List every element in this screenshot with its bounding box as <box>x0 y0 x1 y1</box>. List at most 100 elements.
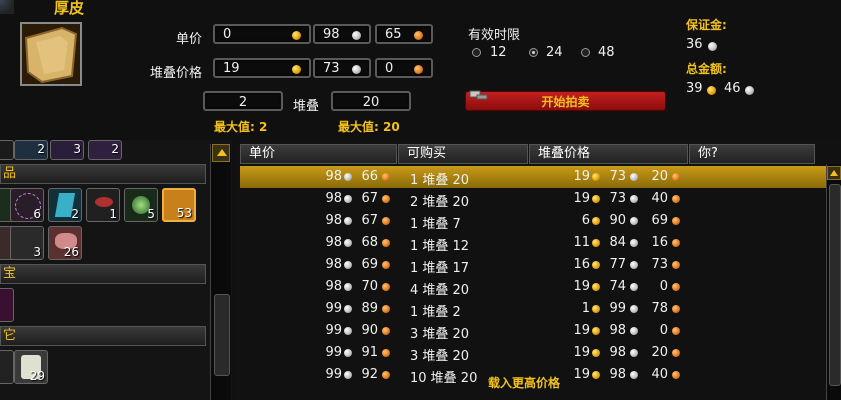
table-row[interactable]: 99 89 1 堆叠 2 1 99 78 <box>240 298 826 320</box>
inventory-slot[interactable] <box>0 288 14 322</box>
item-icon-slot[interactable] <box>20 22 82 86</box>
table-row[interactable]: 99 91 3 堆叠 20 19 98 20 <box>240 342 826 364</box>
table-row[interactable]: 98 68 1 堆叠 12 11 84 16 <box>240 232 826 254</box>
available-cell: 1 堆叠 20 <box>410 173 470 188</box>
inventory-slot[interactable]: 2 <box>48 188 82 222</box>
slot-count: 1 <box>109 207 117 221</box>
silver-coin-icon <box>630 173 638 181</box>
available-cell: 1 堆叠 2 <box>410 305 461 320</box>
price-cell: 66 <box>361 169 378 184</box>
inventory-slot[interactable] <box>0 140 14 160</box>
stack-price-gold-value: 19 <box>223 61 240 76</box>
price-cell: 19 <box>573 345 590 360</box>
duration-48-radio[interactable] <box>581 48 590 57</box>
stack-price-copper-input[interactable]: 0 <box>375 58 433 78</box>
price-cell: 98 <box>325 279 342 294</box>
column-header-available[interactable]: 可购买 <box>398 144 528 164</box>
price-cell: 99 <box>325 345 342 360</box>
category-header[interactable]: 品 <box>0 164 206 184</box>
load-higher-prices-button[interactable]: 载入更高价格 <box>488 372 578 392</box>
inventory-slot[interactable]: 1 <box>86 188 120 222</box>
inventory-slot[interactable]: 5 <box>124 188 158 222</box>
category-label: 它 <box>3 328 17 343</box>
scroll-thumb[interactable] <box>214 294 230 376</box>
price-cell: 89 <box>361 301 378 316</box>
silver-coin-icon <box>352 65 361 74</box>
stack-size-input[interactable]: 20 <box>331 91 411 111</box>
available-cell: 1 堆叠 7 <box>410 217 461 232</box>
table-row[interactable]: 98 67 2 堆叠 20 19 73 40 <box>240 188 826 210</box>
inventory-slot[interactable]: 26 <box>48 226 82 260</box>
duration-12-radio[interactable] <box>472 48 481 57</box>
scroll-thumb[interactable] <box>829 184 841 386</box>
gold-coin-icon <box>592 283 600 291</box>
unit-price-silver-input[interactable]: 98 <box>313 24 371 44</box>
inventory-slot[interactable]: 3 <box>50 140 84 160</box>
category-label: 品 <box>3 166 17 181</box>
silver-coin-icon <box>344 173 352 181</box>
copper-coin-icon <box>382 173 390 181</box>
total-silver-value: 46 <box>724 81 741 96</box>
start-auction-button[interactable]: 开始拍卖 <box>465 90 666 111</box>
price-cell: 99 <box>325 367 342 382</box>
silver-coin-icon <box>630 349 638 357</box>
copper-coin-icon <box>414 65 423 74</box>
column-header-unit-price[interactable]: 单价 <box>240 144 397 164</box>
leather-hide-icon <box>24 26 78 84</box>
slot-count: 5 <box>147 207 155 221</box>
results-scrollbar[interactable] <box>826 164 841 400</box>
available-cell: 3 堆叠 20 <box>410 327 470 342</box>
price-cell: 99 <box>325 323 342 338</box>
unit-price-gold-input[interactable]: 0 <box>213 24 311 44</box>
table-row[interactable]: 98 67 1 堆叠 7 6 90 69 <box>240 210 826 232</box>
silver-coin-icon <box>352 31 361 40</box>
price-cell: 16 <box>651 235 668 250</box>
load-higher-prices-label: 载入更高价格 <box>488 376 561 390</box>
table-row-selected[interactable]: 98 66 1 堆叠 20 19 73 20 <box>240 166 826 188</box>
copper-coin-icon <box>672 239 680 247</box>
table-row[interactable]: 98 70 4 堆叠 20 19 74 0 <box>240 276 826 298</box>
stack-count-input[interactable]: 2 <box>203 91 283 111</box>
inventory-slot[interactable]: 2 <box>88 140 122 160</box>
copper-coin-icon <box>672 327 680 335</box>
unit-price-silver-value: 98 <box>323 27 340 42</box>
inventory-slot-selected[interactable]: 53 <box>162 188 196 222</box>
gold-coin-icon <box>592 217 600 225</box>
inventory-slot[interactable] <box>0 350 14 384</box>
price-cell: 20 <box>651 345 668 360</box>
gold-coin-icon <box>592 173 600 181</box>
copper-coin-icon <box>382 349 390 357</box>
slot-count: 29 <box>29 369 45 383</box>
inventory-slot[interactable]: 6 <box>10 188 44 222</box>
category-header[interactable]: 它 <box>0 326 206 346</box>
inventory-slot[interactable]: 2 <box>14 140 48 160</box>
silver-coin-icon <box>745 86 754 95</box>
column-header-label: 单价 <box>249 146 276 161</box>
column-header-yours[interactable]: 你? <box>689 144 815 164</box>
arrow-up-icon <box>830 170 838 176</box>
inventory-scrollbar[interactable] <box>210 144 231 400</box>
unit-price-label: 单价 <box>176 32 203 47</box>
unit-price-copper-input[interactable]: 65 <box>375 24 433 44</box>
copper-coin-icon <box>382 327 390 335</box>
table-row[interactable]: 99 90 3 堆叠 20 19 98 0 <box>240 320 826 342</box>
scroll-up-button[interactable] <box>212 144 230 162</box>
unit-price-copper-value: 65 <box>385 27 402 42</box>
inventory-slot[interactable]: 3 <box>10 226 44 260</box>
silver-coin-icon <box>344 217 352 225</box>
stack-price-silver-input[interactable]: 73 <box>313 58 371 78</box>
duration-24-radio[interactable] <box>529 48 538 57</box>
inventory-slot[interactable]: 29 <box>14 350 48 384</box>
category-header[interactable]: 宝 <box>0 264 206 284</box>
copper-coin-icon <box>382 217 390 225</box>
scroll-up-button[interactable] <box>827 166 841 180</box>
stack-size-max: 最大值: 20 <box>338 120 400 134</box>
stack-price-gold-input[interactable]: 19 <box>213 58 311 78</box>
table-row[interactable]: 98 69 1 堆叠 17 16 77 73 <box>240 254 826 276</box>
price-cell: 73 <box>651 257 668 272</box>
stack-price-copper-value: 0 <box>385 61 394 76</box>
gold-coin-icon <box>592 327 600 335</box>
silver-coin-icon <box>630 371 638 379</box>
column-header-label: 你? <box>698 146 718 161</box>
column-header-stack-price[interactable]: 堆叠价格 <box>529 144 688 164</box>
